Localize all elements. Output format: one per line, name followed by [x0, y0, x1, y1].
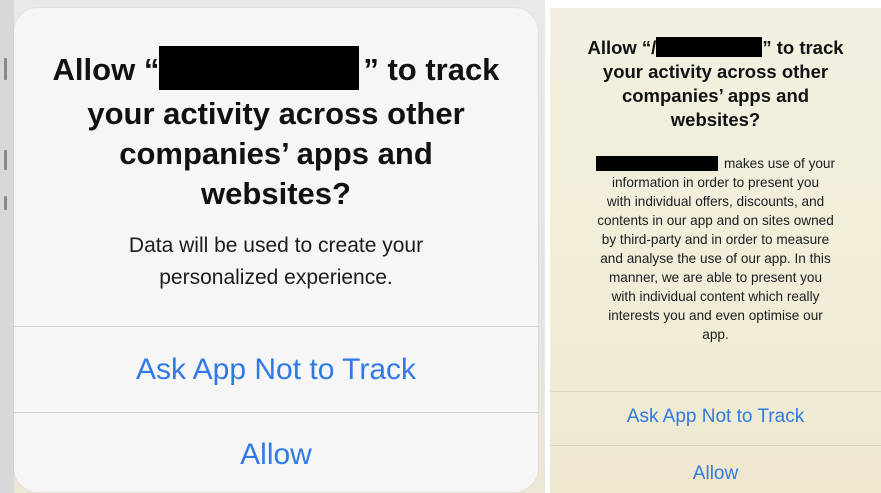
left-screenshot: Allow “ ” to track your activity across o… — [0, 0, 545, 493]
comparison-image: Allow “ ” to track your activity across o… — [0, 0, 881, 493]
alert-title-line: your activity across other — [87, 96, 465, 131]
background-app-edge — [0, 0, 14, 493]
alert-title-line: websites? — [201, 176, 351, 211]
ask-app-not-to-track-button[interactable]: Ask App Not to Track — [550, 392, 881, 445]
allow-button[interactable]: Allow — [550, 446, 881, 493]
alert-message-line: information in order to present you — [611, 175, 820, 190]
redacted-app-name — [656, 37, 763, 58]
alert-message-line: manner, we are able to present you — [608, 270, 823, 285]
alert-title-line: companies’ apps and — [621, 85, 810, 106]
alert-message-line: app. — [702, 327, 729, 342]
alert-title-suffix: ” to track — [762, 37, 844, 58]
alert-title-suffix: ” to track — [363, 52, 500, 88]
alert-message-line: interests you and even optimise our — [608, 308, 823, 323]
alert-message-line: Data will be used to create your — [128, 234, 424, 257]
alert-title-prefix: Allow “/ — [587, 37, 657, 58]
redacted-app-name — [159, 46, 360, 90]
alert-message-line: and analyse the use of our app. In this — [600, 251, 831, 266]
right-screenshot: Allow “/ ” to track your activity across … — [550, 8, 881, 493]
background-glyph — [4, 150, 7, 170]
alert-message-suffix: makes use of your — [723, 156, 836, 171]
alert-title: Allow “ ” to track your activity across o… — [14, 46, 538, 214]
background-glyph — [4, 196, 7, 210]
alert-title-line: websites? — [670, 109, 761, 130]
alert-title-line: companies’ apps and — [119, 136, 433, 171]
ask-app-not-to-track-button[interactable]: Ask App Not to Track — [14, 327, 538, 412]
alert-message-line: contents in our app and on sites owned — [597, 213, 834, 228]
alert-message: makes use of your information in order t… — [550, 154, 881, 344]
alert-message-line: by third-party and in order to measure — [601, 232, 830, 247]
redacted-app-name — [595, 155, 718, 171]
alert-message-line: with individual content which really — [611, 289, 820, 304]
alert-message-line: with individual offers, discounts, and — [606, 194, 825, 209]
allow-button[interactable]: Allow — [14, 413, 538, 492]
tracking-permission-alert: Allow “ ” to track your activity across o… — [14, 8, 538, 492]
alert-title: Allow “/ ” to track your activity across … — [550, 36, 881, 132]
alert-message: Data will be used to create your persona… — [14, 230, 538, 294]
alert-message-line: personalized experience. — [159, 266, 393, 289]
alert-title-line: Allow “/ ” to track — [550, 36, 881, 60]
background-glyph — [4, 58, 7, 80]
alert-title-line: Allow “ ” to track — [14, 46, 538, 94]
alert-title-line: your activity across other — [602, 61, 829, 82]
alert-message-line: makes use of your — [550, 154, 881, 173]
alert-title-prefix: Allow “ — [52, 52, 160, 88]
